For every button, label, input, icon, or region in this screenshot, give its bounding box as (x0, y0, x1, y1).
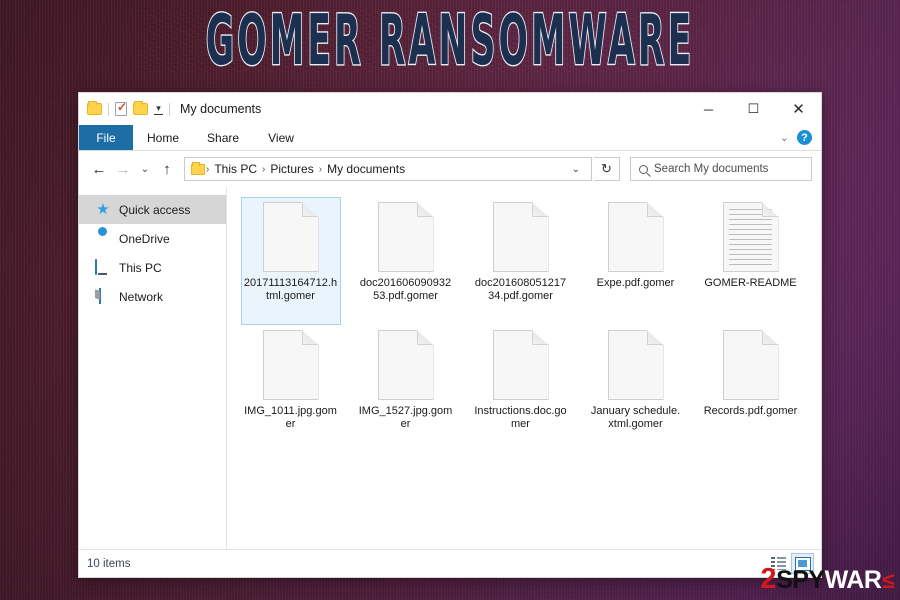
file-label: January schedule.xtml.gomer (590, 405, 681, 430)
blank-document-icon (377, 202, 434, 272)
file-item[interactable]: doc20160805121734.pdf.gomer (471, 197, 571, 325)
ribbon-right-controls: ⌄ ? (780, 125, 821, 150)
forward-button[interactable]: → (112, 157, 134, 181)
folder-icon[interactable] (87, 101, 102, 115)
file-label: doc20160609093253.pdf.gomer (359, 277, 452, 302)
new-folder-icon[interactable] (133, 101, 148, 115)
blank-document-icon (492, 202, 549, 272)
file-list-pane[interactable]: 20171113164712.html.gomer doc201606090932… (227, 187, 821, 549)
folder-icon (191, 161, 205, 175)
statusbar: 10 items (79, 549, 821, 577)
breadcrumb-pictures[interactable]: Pictures (266, 162, 317, 176)
chevron-down-icon[interactable]: ▾ (154, 103, 163, 115)
window-controls: ─ ☐ ✕ (686, 93, 821, 125)
blank-document-icon (607, 202, 664, 272)
window-body: ★ Quick access OneDrive This PC Network (79, 187, 821, 549)
file-label: 20171113164712.html.gomer (243, 277, 338, 302)
watermark-logo: 2 SPY WAR ≤ (760, 565, 894, 594)
item-count-label: 10 items (87, 557, 131, 570)
file-explorer-window: ▾ My documents ─ ☐ ✕ File Home Share Vie… (78, 92, 822, 578)
file-label: IMG_1011.jpg.gomer (244, 405, 337, 430)
blank-document-icon (377, 330, 434, 400)
file-item[interactable]: Expe.pdf.gomer (586, 197, 686, 325)
watermark-2: 2 (760, 563, 777, 595)
search-icon (639, 164, 648, 174)
file-item[interactable]: doc20160609093253.pdf.gomer (356, 197, 456, 325)
file-item[interactable]: IMG_1011.jpg.gomer (241, 325, 341, 453)
banner: GOMER RANSOMWARE (0, 4, 900, 76)
file-item[interactable]: IMG_1527.jpg.gomer (356, 325, 456, 453)
file-label: doc20160805121734.pdf.gomer (474, 277, 567, 302)
navigation-sidebar: ★ Quick access OneDrive This PC Network (79, 187, 227, 549)
sidebar-item-this-pc[interactable]: This PC (79, 253, 226, 282)
refresh-button[interactable]: ↻ (594, 157, 620, 181)
file-item[interactable]: GOMER-README (701, 197, 801, 325)
address-toolbar: ← → ⌄ ↑ › This PC › Pictures › My docume… (79, 151, 821, 187)
sidebar-item-label: Quick access (119, 202, 191, 217)
desktop-background: GOMER RANSOMWARE ▾ My documents ─ ☐ ✕ Fi… (0, 0, 900, 600)
window-title: My documents (180, 102, 262, 116)
tab-home[interactable]: Home (133, 125, 193, 150)
cloud-icon (95, 231, 111, 247)
file-item[interactable]: 20171113164712.html.gomer (240, 197, 341, 325)
maximize-button[interactable]: ☐ (731, 93, 776, 125)
breadcrumb-my-documents[interactable]: My documents (323, 162, 409, 176)
tab-share[interactable]: Share (193, 125, 253, 150)
file-label: Expe.pdf.gomer (596, 277, 675, 289)
window-titlebar: ▾ My documents ─ ☐ ✕ (79, 93, 821, 125)
sidebar-item-quick-access[interactable]: ★ Quick access (79, 195, 226, 224)
watermark-war: WAR (824, 566, 882, 594)
properties-checkbox-icon[interactable] (115, 100, 127, 116)
blank-document-icon (492, 330, 549, 400)
back-button[interactable]: ← (88, 157, 110, 181)
help-icon[interactable]: ? (797, 130, 812, 145)
sidebar-item-network[interactable]: Network (79, 282, 226, 311)
sidebar-item-onedrive[interactable]: OneDrive (79, 224, 226, 253)
chevron-down-icon[interactable]: ⌄ (565, 164, 587, 175)
file-item[interactable]: Records.pdf.gomer (701, 325, 801, 453)
sidebar-item-label: OneDrive (119, 231, 170, 246)
network-icon (95, 287, 111, 305)
file-item[interactable]: Instructions.doc.gomer (471, 325, 571, 453)
sidebar-item-label: This PC (119, 260, 162, 275)
sidebar-item-label: Network (119, 289, 164, 304)
search-input[interactable]: Search My documents (630, 157, 812, 181)
monitor-icon (95, 258, 111, 276)
breadcrumb-this-pc[interactable]: This PC (210, 162, 261, 176)
blank-document-icon (722, 330, 779, 400)
ribbon-tabstrip: File Home Share View ⌄ ? (79, 125, 821, 151)
file-label: Records.pdf.gomer (703, 405, 798, 417)
address-bar[interactable]: › This PC › Pictures › My documents ⌄ (184, 157, 592, 181)
tab-file[interactable]: File (79, 125, 133, 150)
watermark-arrow: ≤ (882, 568, 894, 593)
minimize-button[interactable]: ─ (686, 93, 731, 125)
blank-document-icon (262, 330, 319, 400)
text-document-icon (722, 202, 779, 272)
watermark-spy: SPY (776, 566, 825, 594)
star-icon: ★ (96, 200, 110, 218)
recent-locations-button[interactable]: ⌄ (136, 157, 154, 181)
blank-document-icon (262, 202, 319, 272)
file-label: Instructions.doc.gomer (474, 405, 567, 430)
quick-access-toolbar[interactable]: ▾ (87, 100, 170, 116)
file-label: GOMER-README (704, 277, 797, 289)
search-placeholder: Search My documents (654, 163, 769, 175)
file-label: IMG_1527.jpg.gomer (358, 405, 453, 430)
close-button[interactable]: ✕ (776, 93, 821, 125)
toolbar-divider (108, 102, 109, 116)
banner-title: GOMER RANSOMWARE (205, 0, 695, 82)
file-grid: 20171113164712.html.gomer doc201606090932… (233, 197, 821, 453)
chevron-down-icon[interactable]: ⌄ (780, 131, 789, 144)
tab-view[interactable]: View (253, 125, 309, 150)
up-button[interactable]: ↑ (156, 157, 178, 181)
file-item[interactable]: January schedule.xtml.gomer (586, 325, 686, 453)
toolbar-divider-2 (169, 102, 170, 116)
document-text-lines (728, 209, 772, 266)
blank-document-icon (607, 330, 664, 400)
